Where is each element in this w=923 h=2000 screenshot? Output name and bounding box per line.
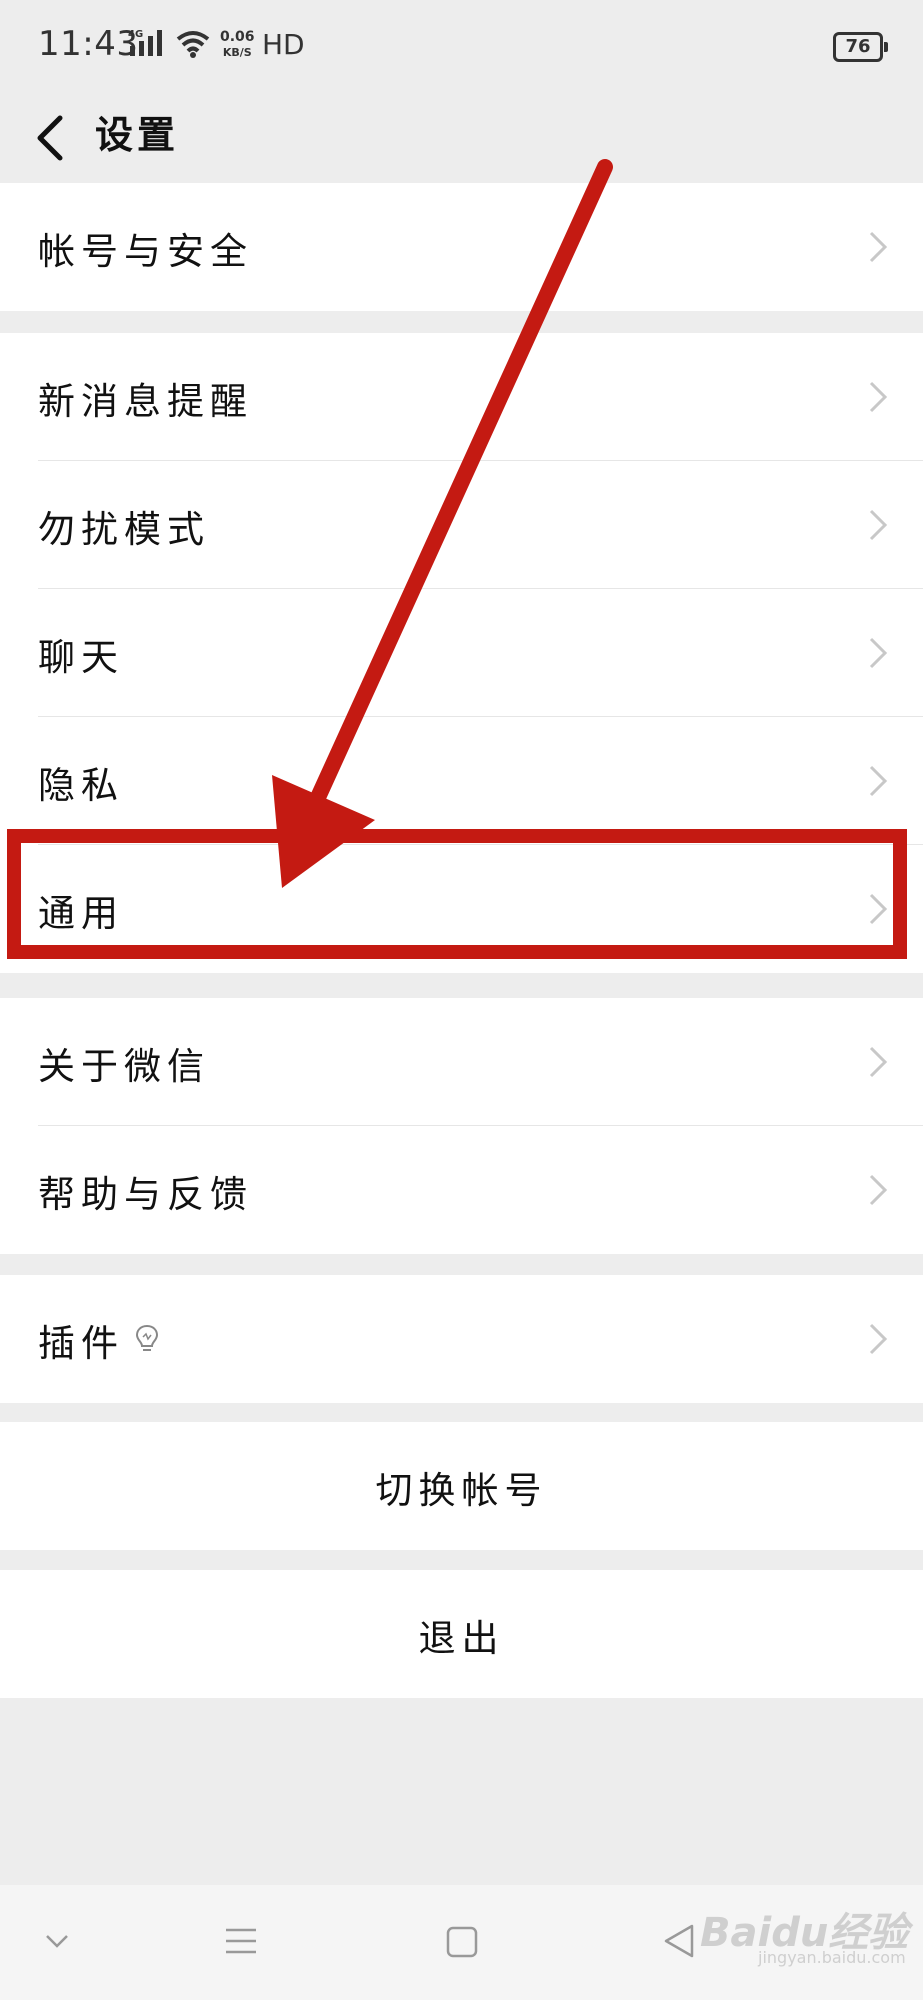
page-title: 设置 [95, 113, 180, 157]
settings-group-plugins: 插件 [0, 1275, 923, 1403]
chevron-right-icon [869, 1174, 888, 1206]
wifi-icon [176, 31, 210, 58]
settings-item-label: 勿扰模式 [38, 508, 210, 551]
battery-icon: 76 [833, 32, 888, 62]
hd-indicator: HD [262, 28, 305, 61]
logout-label: 退出 [418, 1617, 505, 1660]
highlight-box [7, 829, 907, 959]
header: 设置 [0, 90, 923, 183]
logout-button[interactable]: 退出 [0, 1570, 923, 1698]
settings-item-label: 新消息提醒 [38, 380, 253, 423]
status-bar: 11:43 4G 0.06 KB/S HD 76 [0, 0, 923, 90]
network-type-label: 4G [128, 29, 143, 40]
chevron-right-icon [869, 765, 888, 797]
switch-account-label: 切换帐号 [375, 1469, 548, 1512]
settings-item-plugins[interactable]: 插件 [0, 1275, 923, 1403]
settings-group-about: 关于微信 帮助与反馈 [0, 998, 923, 1254]
settings-item-label: 关于微信 [38, 1045, 210, 1088]
settings-item-privacy[interactable]: 隐私 [0, 717, 923, 845]
home-square-icon[interactable] [445, 1925, 479, 1959]
cellular-signal-icon: 4G [128, 29, 162, 56]
switch-account-button[interactable]: 切换帐号 [0, 1422, 923, 1550]
settings-item-about-wechat[interactable]: 关于微信 [0, 998, 923, 1126]
chevron-right-icon [869, 509, 888, 541]
menu-icon[interactable] [224, 1927, 258, 1955]
chevron-down-icon[interactable] [44, 1933, 70, 1949]
battery-level: 76 [845, 36, 871, 57]
network-speed-unit: KB/S [222, 46, 252, 59]
baidu-watermark-url: jingyan.baidu.com [758, 1948, 906, 1967]
settings-item-notifications[interactable]: 新消息提醒 [0, 333, 923, 461]
chevron-right-icon [869, 231, 888, 263]
status-time: 11:43 [38, 24, 139, 64]
back-triangle-icon[interactable] [662, 1923, 696, 1959]
network-speed-value: 0.06 [220, 29, 255, 45]
settings-item-label: 帐号与安全 [38, 230, 253, 273]
settings-group-account: 帐号与安全 [0, 183, 923, 311]
settings-item-label: 帮助与反馈 [38, 1173, 253, 1216]
settings-item-help-feedback[interactable]: 帮助与反馈 [0, 1126, 923, 1254]
chevron-right-icon [869, 1323, 888, 1355]
chevron-right-icon [869, 381, 888, 413]
settings-item-account-security[interactable]: 帐号与安全 [0, 183, 923, 311]
settings-item-do-not-disturb[interactable]: 勿扰模式 [0, 461, 923, 589]
settings-item-label: 插件 [38, 1322, 124, 1365]
network-speed: 0.06 KB/S [220, 30, 255, 60]
settings-item-label: 聊天 [38, 636, 124, 679]
chevron-right-icon [869, 1046, 888, 1078]
chevron-right-icon [869, 637, 888, 669]
chevron-left-icon[interactable] [26, 108, 86, 168]
settings-item-label: 隐私 [38, 764, 124, 807]
lightbulb-icon [135, 1324, 159, 1351]
settings-item-chat[interactable]: 聊天 [0, 589, 923, 717]
